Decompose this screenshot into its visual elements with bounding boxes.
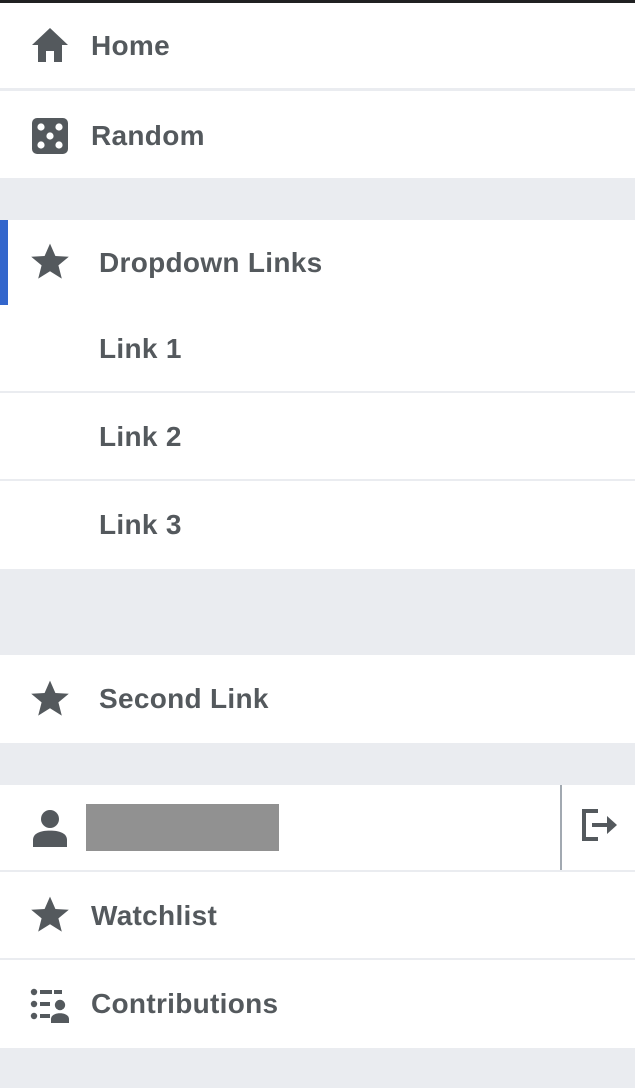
nav-item-home[interactable]: Home: [0, 3, 635, 91]
main-navigation: Home Random Dropdown Links Link 1 Link 2…: [0, 3, 635, 1088]
dropdown-link-label: Link 3: [99, 509, 182, 540]
dropdown-toggle-label: Dropdown Links: [99, 247, 323, 278]
nav-item-random-label: Random: [91, 120, 205, 151]
dropdown-link-3[interactable]: Link 3: [0, 481, 635, 569]
nav-item-random[interactable]: Random: [0, 91, 635, 178]
nav-item-home-label: Home: [91, 30, 170, 61]
star-icon: [30, 895, 70, 935]
dropdown-link-label: Link 2: [99, 421, 182, 452]
section-divider: [0, 1048, 635, 1088]
dropdown-toggle[interactable]: Dropdown Links: [0, 220, 635, 305]
section-divider: [0, 743, 635, 785]
nav-item-watchlist-label: Watchlist: [91, 900, 218, 931]
user-row[interactable]: [0, 785, 635, 872]
section-divider: [0, 569, 635, 655]
star-icon: [30, 242, 70, 282]
user-icon: [30, 808, 70, 848]
nav-item-second-link-label: Second Link: [99, 683, 269, 714]
nav-item-second-link[interactable]: Second Link: [0, 655, 635, 743]
active-indicator: [0, 220, 8, 305]
dropdown-link-label: Link 1: [99, 333, 182, 364]
contributions-icon: [30, 986, 70, 1026]
nav-item-contributions-label: Contributions: [91, 988, 279, 1019]
home-icon: [30, 25, 70, 65]
logout-icon: [580, 807, 618, 848]
username-redacted: [86, 804, 279, 851]
dice-icon: [30, 116, 70, 156]
star-icon: [30, 679, 70, 719]
nav-item-contributions[interactable]: Contributions: [0, 960, 635, 1048]
dropdown-link-2[interactable]: Link 2: [0, 393, 635, 481]
logout-button[interactable]: [560, 785, 635, 870]
dropdown-link-1[interactable]: Link 1: [0, 305, 635, 393]
nav-item-watchlist[interactable]: Watchlist: [0, 872, 635, 960]
section-divider: [0, 178, 635, 220]
